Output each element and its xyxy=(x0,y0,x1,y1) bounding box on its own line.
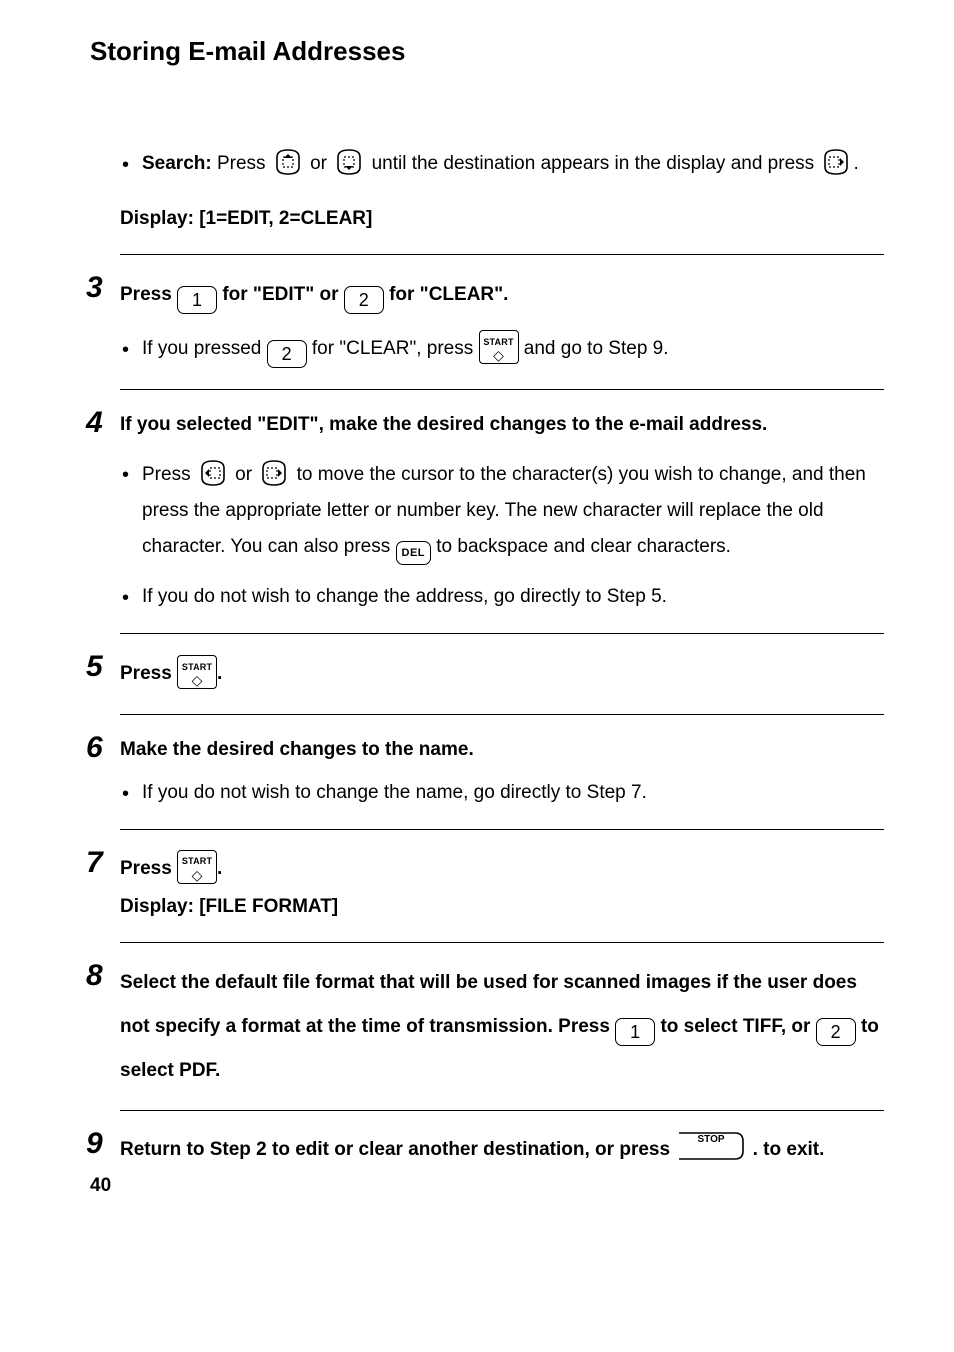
step-5: 5 Press . xyxy=(120,652,884,696)
step-9: 9 Return to Step 2 to edit or clear anot… xyxy=(120,1129,884,1169)
step7-t2: . xyxy=(217,858,222,879)
search-block: Search: Press or until the destination a… xyxy=(120,137,884,236)
step-number-8: 8 xyxy=(86,961,120,991)
step3-t1: Press xyxy=(120,284,177,305)
step6-headline: Make the desired changes to the name. xyxy=(120,733,884,767)
divider xyxy=(120,1110,884,1111)
arrow-right-icon xyxy=(257,456,291,490)
step3-sub-t3: and go to Step 9. xyxy=(519,338,669,359)
start-button-icon xyxy=(177,850,217,884)
start-button-icon xyxy=(479,330,519,364)
divider xyxy=(120,829,884,830)
step-3: 3 Press 1 for "EDIT" or 2 for "CLEAR". I… xyxy=(120,273,884,370)
step3-sub-t1: If you pressed xyxy=(142,338,267,359)
step3-t2: for "EDIT" or xyxy=(217,284,344,305)
step-4: 4 If you selected "EDIT", make the desir… xyxy=(120,408,884,616)
start-button-icon xyxy=(177,655,217,689)
step8-t2: to select TIFF, or xyxy=(655,1016,815,1037)
step-number-4: 4 xyxy=(86,408,120,438)
divider xyxy=(120,714,884,715)
arrow-up-icon xyxy=(271,145,305,179)
search-label: Search: xyxy=(142,153,212,174)
arrow-right-icon xyxy=(819,145,853,179)
step-7: 7 Press . Display: [FILE FORMAT] xyxy=(120,848,884,924)
step-number-9: 9 xyxy=(86,1129,120,1159)
step9-t2: . to exit. xyxy=(747,1139,824,1160)
key-2-button: 2 xyxy=(344,286,384,314)
search-display: Display: [1=EDIT, 2=CLEAR] xyxy=(120,202,884,236)
page-title: Storing E-mail Addresses xyxy=(90,36,884,67)
step4-b2: If you do not wish to change the address… xyxy=(142,586,667,607)
key-1-button: 1 xyxy=(177,286,217,314)
step4-b1-t1: Press xyxy=(142,464,196,485)
page-number: 40 xyxy=(90,1175,884,1197)
step-number-6: 6 xyxy=(86,733,120,763)
stop-button-icon: STOP xyxy=(675,1129,747,1163)
divider xyxy=(120,942,884,943)
step3-t3: for "CLEAR". xyxy=(384,284,509,305)
search-text-1: Press xyxy=(212,153,271,174)
step5-t1: Press xyxy=(120,663,177,684)
search-or: or xyxy=(310,153,332,174)
del-button: DEL xyxy=(396,541,432,565)
key-2-button: 2 xyxy=(816,1018,856,1046)
step5-t2: . xyxy=(217,663,222,684)
divider xyxy=(120,633,884,634)
step-8: 8 Select the default file format that wi… xyxy=(120,961,884,1092)
step7-t1: Press xyxy=(120,858,177,879)
step4-b1-t3: to backspace and clear characters. xyxy=(431,536,731,557)
step-6: 6 Make the desired changes to the name. … xyxy=(120,733,884,811)
divider xyxy=(120,389,884,390)
step-number-7: 7 xyxy=(86,848,120,878)
step9-t1: Return to Step 2 to edit or clear anothe… xyxy=(120,1139,675,1160)
key-1-button: 1 xyxy=(615,1018,655,1046)
arrow-down-icon xyxy=(332,145,366,179)
step7-display: Display: [FILE FORMAT] xyxy=(120,890,884,924)
step6-b1: If you do not wish to change the name, g… xyxy=(142,782,647,803)
step4-b1-or: or xyxy=(230,464,257,485)
step3-sub-t2: for "CLEAR", press xyxy=(307,338,479,359)
step4-headline: If you selected "EDIT", make the desired… xyxy=(120,408,884,442)
step-number-3: 3 xyxy=(86,273,120,303)
step-number-5: 5 xyxy=(86,652,120,682)
arrow-left-icon xyxy=(196,456,230,490)
svg-text:STOP: STOP xyxy=(698,1134,725,1145)
search-text-2: until the destination appears in the dis… xyxy=(372,153,820,174)
divider xyxy=(120,254,884,255)
key-2-button: 2 xyxy=(267,340,307,368)
